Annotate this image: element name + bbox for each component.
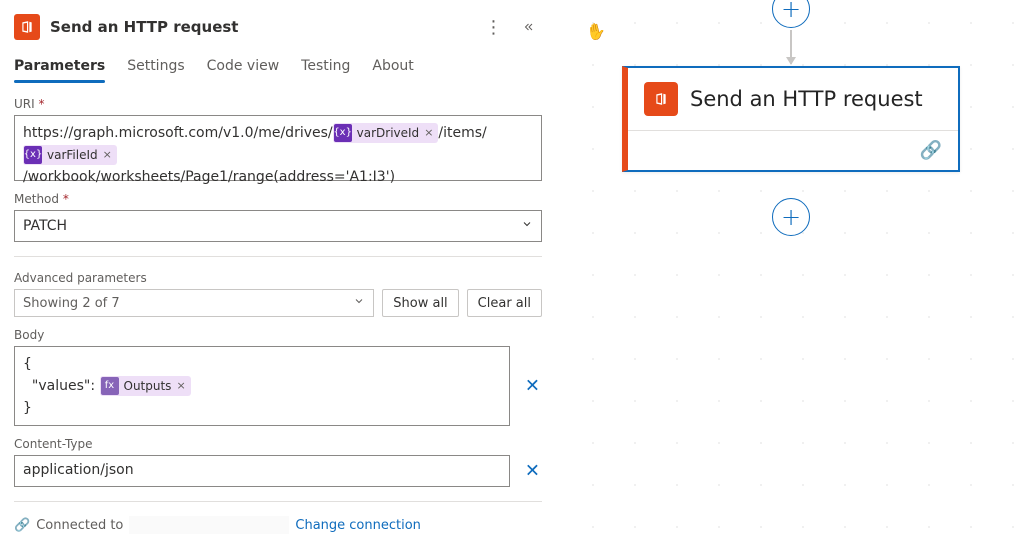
- method-value: PATCH: [23, 218, 67, 234]
- show-all-button[interactable]: Show all: [382, 289, 458, 317]
- action-settings-panel: Send an HTTP request ⋮ Parameters Settin…: [0, 0, 558, 548]
- remove-token-icon[interactable]: ×: [102, 144, 117, 166]
- function-icon: fx: [101, 377, 119, 395]
- connector-arrow-icon: [790, 30, 792, 64]
- advanced-select[interactable]: Showing 2 of 7: [14, 289, 374, 317]
- tab-about[interactable]: About: [372, 58, 413, 82]
- tab-settings[interactable]: Settings: [127, 58, 184, 82]
- flow-canvas[interactable]: ✋ + Send an HTTP request 🔗 +: [558, 0, 1024, 548]
- uri-text-mid: /items/: [438, 125, 486, 141]
- advanced-label: Advanced parameters: [14, 271, 542, 285]
- card-title: Send an HTTP request: [690, 87, 923, 111]
- token-var-drive-id[interactable]: {x}varDriveId×: [333, 123, 439, 143]
- panel-title: Send an HTTP request: [50, 18, 238, 36]
- remove-token-icon[interactable]: ×: [175, 375, 190, 397]
- uri-input[interactable]: https://graph.microsoft.com/v1.0/me/driv…: [14, 115, 542, 181]
- grab-cursor-icon: ✋: [585, 20, 608, 42]
- method-select[interactable]: PATCH: [14, 210, 542, 242]
- tab-code-view[interactable]: Code view: [207, 58, 280, 82]
- add-step-button-bottom[interactable]: +: [772, 198, 810, 236]
- divider: [14, 256, 542, 257]
- tab-testing[interactable]: Testing: [301, 58, 350, 82]
- content-type-input[interactable]: application/json: [14, 455, 510, 487]
- connected-to-label: Connected to: [36, 518, 123, 533]
- chevron-down-icon: [353, 295, 365, 311]
- collapse-panel-button[interactable]: [516, 14, 542, 40]
- variable-icon: {x}: [24, 146, 42, 164]
- change-connection-link[interactable]: Change connection: [295, 518, 421, 533]
- token-outputs[interactable]: fxOutputs×: [100, 376, 191, 396]
- uri-text-prefix: https://graph.microsoft.com/v1.0/me/driv…: [23, 125, 333, 141]
- office-icon: [14, 14, 40, 40]
- remove-token-icon[interactable]: ×: [423, 122, 438, 144]
- chevron-down-icon: [521, 218, 533, 234]
- clear-all-button[interactable]: Clear all: [467, 289, 542, 317]
- content-type-value: application/json: [23, 462, 134, 478]
- office-icon: [644, 82, 678, 116]
- tab-parameters[interactable]: Parameters: [14, 58, 105, 82]
- clear-content-type-button[interactable]: ✕: [525, 461, 540, 482]
- method-label: Method: [14, 192, 542, 206]
- divider: [14, 501, 542, 502]
- advanced-row: Showing 2 of 7 Show all Clear all: [14, 289, 542, 317]
- connection-footer: 🔗 Connected to Change connection: [14, 516, 542, 534]
- uri-label: URI: [14, 97, 542, 111]
- token-var-file-id[interactable]: {x}varFileId×: [23, 145, 117, 165]
- advanced-showing: Showing 2 of 7: [23, 296, 120, 311]
- more-options-button[interactable]: ⋮: [480, 14, 506, 40]
- content-type-label: Content-Type: [14, 437, 542, 451]
- variable-icon: {x}: [334, 124, 352, 142]
- card-header: Send an HTTP request: [628, 68, 958, 130]
- connection-icon[interactable]: 🔗: [920, 140, 942, 161]
- card-footer: 🔗: [628, 130, 958, 170]
- panel-header: Send an HTTP request ⋮: [14, 14, 542, 40]
- panel-tabs: Parameters Settings Code view Testing Ab…: [14, 58, 542, 83]
- action-card[interactable]: Send an HTTP request 🔗: [622, 66, 960, 172]
- body-label: Body: [14, 328, 542, 342]
- link-icon: 🔗: [14, 518, 30, 533]
- clear-body-button[interactable]: ✕: [525, 376, 540, 397]
- body-input[interactable]: { "values": fxOutputs× }: [14, 346, 510, 426]
- connection-name-redacted: [129, 516, 289, 534]
